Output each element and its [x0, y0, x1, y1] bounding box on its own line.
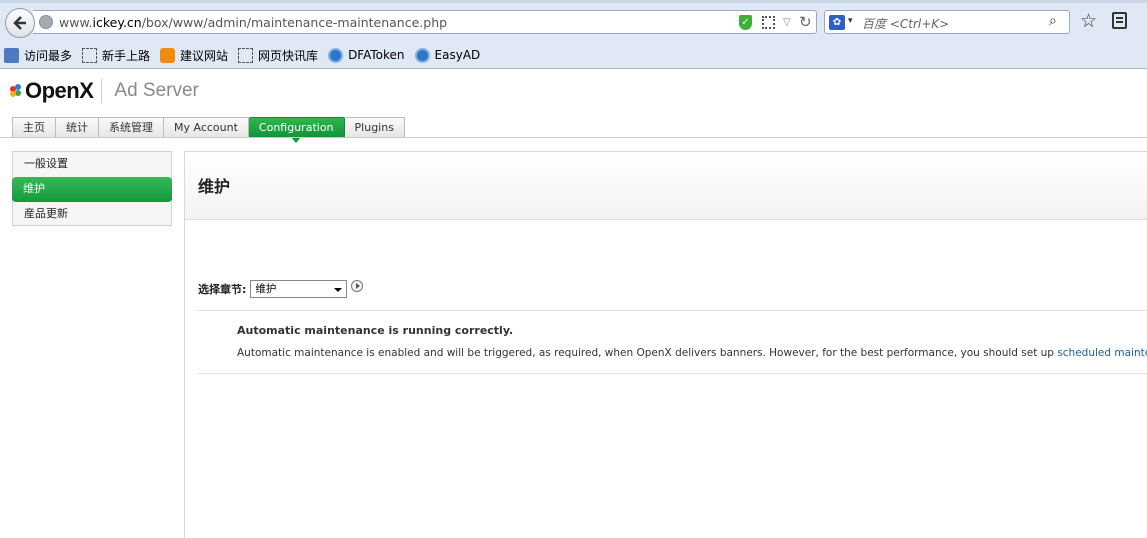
status-message-body: Automatic maintenance is enabled and wil… — [237, 347, 1147, 359]
main-nav-tabs: 主页 统计 系统管理 My Account Configuration Plug… — [12, 117, 405, 143]
reload-icon[interactable]: ↻ — [799, 13, 812, 31]
bookmark-star-icon[interactable]: ☆ — [1080, 10, 1097, 32]
bookmark-item[interactable]: EasyAD — [411, 45, 480, 65]
back-arrow-icon — [13, 16, 26, 30]
browser-toolbar: www.ickey.cn/box/www/admin/maintenance-m… — [0, 0, 1147, 69]
qr-code-icon[interactable] — [762, 16, 775, 29]
bookmark-item[interactable]: 新手上路 — [78, 45, 150, 65]
status-message-title: Automatic maintenance is running correct… — [237, 324, 514, 337]
tab-strip — [0, 0, 1147, 3]
bookmarks-bar: 访问最多 新手上路 建议网站 网页快讯库 DFAToken EasyAD — [0, 44, 1147, 66]
sidebar: 一般设置 维护 産品更新 — [12, 151, 172, 226]
bookmark-item[interactable]: 访问最多 — [0, 45, 72, 65]
logo-text: OpenX — [25, 78, 94, 103]
tab-home[interactable]: 主页 — [12, 117, 56, 138]
page-header — [185, 152, 1147, 220]
logo-mark-icon — [10, 84, 24, 98]
bookmark-item[interactable]: 网页快讯库 — [234, 45, 318, 65]
search-bar[interactable]: ✿ ▾ 百度 <Ctrl+K> ⌕ — [824, 10, 1070, 34]
logo-divider — [101, 79, 103, 103]
shield-icon[interactable]: ✓ — [739, 15, 752, 30]
tab-configuration[interactable]: Configuration — [248, 117, 345, 143]
bookmark-item[interactable]: DFAToken — [324, 45, 405, 65]
scheduled-maintenance-link[interactable]: scheduled maintenance — [1057, 347, 1147, 359]
go-arrow-icon[interactable] — [351, 280, 364, 292]
main-content: 维护 选择章节: 维护 Automatic maintenance is run… — [184, 151, 1147, 538]
divider — [197, 310, 1147, 311]
search-input[interactable]: 百度 <Ctrl+K> — [862, 15, 949, 32]
tab-plugins[interactable]: Plugins — [344, 117, 405, 138]
baidu-paw-icon[interactable]: ✿ — [829, 15, 845, 30]
reading-list-icon[interactable] — [1112, 12, 1127, 29]
globe-icon — [39, 15, 53, 29]
bulb-icon — [160, 47, 176, 63]
cloud-icon — [328, 47, 344, 63]
section-label: 选择章节: — [198, 283, 247, 296]
sidebar-item-maintenance[interactable]: 维护 — [12, 177, 172, 202]
page-title: 维护 — [198, 177, 231, 196]
chevron-down-icon[interactable]: ▾ — [848, 16, 853, 26]
sidebar-item-general-settings[interactable]: 一般设置 — [13, 152, 171, 177]
sidebar-item-product-updates[interactable]: 産品更新 — [13, 202, 171, 227]
dashed-page-icon — [238, 47, 254, 63]
bookmark-book-icon — [4, 47, 19, 63]
tab-statistics[interactable]: 统计 — [56, 117, 99, 138]
back-button[interactable] — [5, 8, 35, 38]
section-selector: 选择章节: 维护 — [198, 280, 364, 298]
tab-system-admin[interactable]: 系统管理 — [99, 117, 164, 138]
section-select[interactable]: 维护 — [250, 280, 348, 298]
dashed-page-icon — [82, 47, 98, 63]
tab-my-account[interactable]: My Account — [164, 117, 249, 138]
search-icon[interactable]: ⌕ — [1049, 13, 1057, 29]
cloud-icon — [414, 47, 430, 63]
address-bar[interactable]: www.ickey.cn/box/www/admin/maintenance-m… — [33, 10, 817, 34]
divider — [197, 373, 1147, 374]
nav-divider — [0, 137, 1147, 138]
url-text[interactable]: www.ickey.cn/box/www/admin/maintenance-m… — [59, 15, 447, 30]
chevron-down-icon[interactable]: ▽ — [783, 17, 791, 28]
openx-logo[interactable]: OpenX Ad Server — [10, 76, 199, 106]
product-name: Ad Server — [114, 80, 199, 101]
bookmark-item[interactable]: 建议网站 — [156, 45, 228, 65]
